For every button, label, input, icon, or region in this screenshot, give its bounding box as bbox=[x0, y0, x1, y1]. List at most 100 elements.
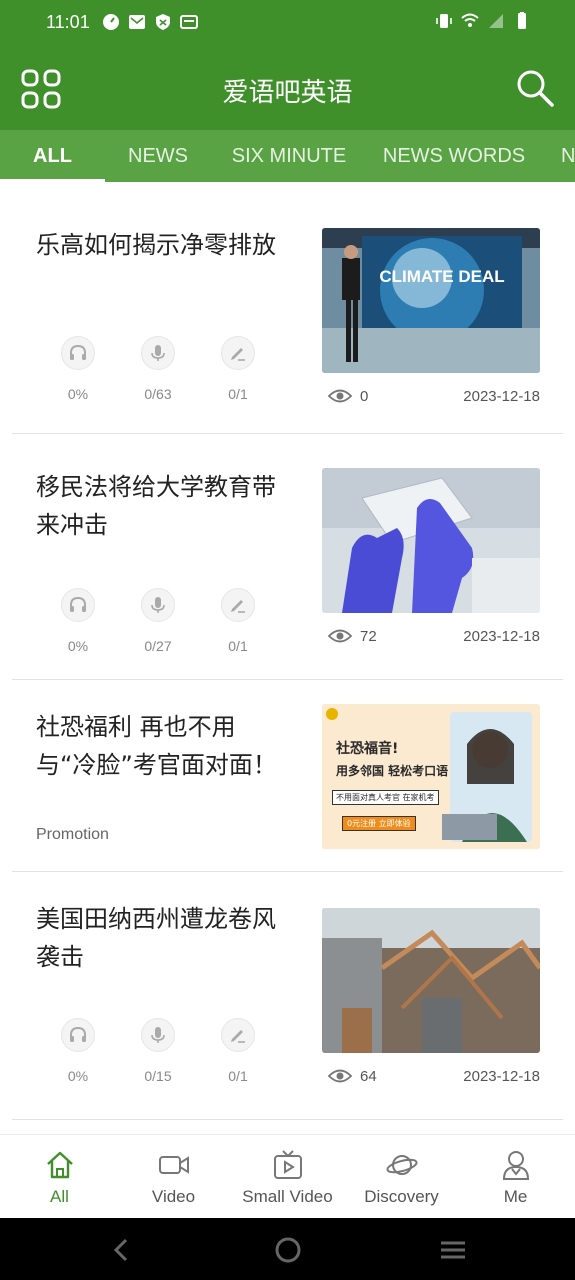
person-icon bbox=[502, 1151, 530, 1180]
microphone-icon bbox=[141, 336, 175, 370]
progress-stats: 0% 0/63 0/1 bbox=[38, 336, 278, 402]
lab-gloves-image bbox=[322, 468, 540, 613]
article-card[interactable]: 美国田纳西州遭龙卷风袭击 0% 0/15 0/1 64 2023-12-18 bbox=[12, 872, 563, 1120]
nav-label: Small Video bbox=[242, 1187, 333, 1206]
status-time: 11:01 bbox=[46, 12, 90, 32]
nav-me[interactable]: Me bbox=[458, 1135, 573, 1219]
article-thumbnail bbox=[322, 908, 540, 1053]
article-thumbnail: CLIMATE DEAL bbox=[322, 228, 540, 373]
article-date: 2023-12-18 bbox=[463, 628, 540, 645]
edit-pencil-icon bbox=[221, 1018, 255, 1052]
status-icons-right bbox=[435, 12, 531, 30]
record-stat[interactable]: 0/27 bbox=[118, 588, 198, 654]
ad-line-1: 社恐福音! bbox=[336, 741, 399, 757]
view-count: 64 bbox=[328, 1067, 377, 1085]
view-count-value: 64 bbox=[360, 1067, 377, 1085]
eye-icon bbox=[328, 1069, 352, 1083]
listen-stat[interactable]: 0% bbox=[38, 588, 118, 654]
record-progress: 0/63 bbox=[144, 386, 172, 402]
app-title: 爱语吧英语 bbox=[222, 78, 353, 108]
nav-video[interactable]: Video bbox=[116, 1135, 231, 1219]
status-icons-left bbox=[102, 13, 198, 31]
category-tabs: ALL NEWS SIX MINUTE NEWS WORDS N bbox=[0, 130, 575, 182]
thumb-caption: CLIMATE DEAL bbox=[379, 267, 504, 286]
nav-label: Me bbox=[503, 1187, 528, 1206]
article-title: 移民法将给大学教育带来冲击 bbox=[36, 473, 276, 539]
wifi-icon bbox=[461, 13, 479, 27]
home-icon bbox=[47, 1151, 73, 1179]
system-navigation-bar bbox=[0, 1218, 575, 1280]
promotion-thumbnail: 社恐福音! 用多邻国 轻松考口语 不用面对真人考官 在家机考 0元注册 立即体验 bbox=[322, 704, 540, 849]
nav-small-video[interactable]: Small Video bbox=[230, 1135, 345, 1219]
tab-news-words[interactable]: NEWS WORDS bbox=[367, 130, 541, 182]
app-bar: 爱语吧英语 bbox=[0, 48, 575, 130]
article-title: 美国田纳西州遭龙卷风袭击 bbox=[36, 905, 276, 971]
nav-label: Discovery bbox=[364, 1187, 439, 1206]
eye-icon bbox=[328, 389, 352, 403]
article-date: 2023-12-18 bbox=[463, 388, 540, 405]
article-title: 乐高如何揭示净零排放 bbox=[36, 231, 276, 259]
view-count: 0 bbox=[328, 387, 368, 405]
ad-line-4: 0元注册 立即体验 bbox=[342, 816, 416, 831]
recents-menu-icon[interactable] bbox=[437, 1234, 469, 1266]
microphone-icon bbox=[141, 1018, 175, 1052]
listen-progress: 0% bbox=[67, 1068, 89, 1084]
exercise-progress: 0/1 bbox=[228, 638, 248, 654]
vibrate-icon bbox=[436, 14, 452, 28]
record-stat[interactable]: 0/63 bbox=[118, 336, 198, 402]
view-count-value: 72 bbox=[360, 627, 377, 645]
progress-stats: 0% 0/15 0/1 bbox=[38, 1018, 278, 1084]
view-count-value: 0 bbox=[360, 387, 369, 405]
nav-label: Video bbox=[151, 1187, 196, 1206]
exercise-stat[interactable]: 0/1 bbox=[198, 1018, 278, 1084]
ad-line-3: 不用面对真人考官 在家机考 bbox=[332, 790, 439, 805]
edit-pencil-icon bbox=[221, 588, 255, 622]
listen-progress: 0% bbox=[67, 638, 89, 654]
headphones-icon bbox=[61, 588, 95, 622]
card-icon bbox=[180, 15, 198, 29]
headphones-icon bbox=[61, 336, 95, 370]
nav-all[interactable]: All bbox=[2, 1135, 117, 1219]
record-progress: 0/15 bbox=[144, 1068, 172, 1084]
tab-news[interactable]: NEWS bbox=[105, 130, 211, 182]
back-icon[interactable] bbox=[106, 1234, 138, 1266]
article-card[interactable]: 移民法将给大学教育带来冲击 0% 0/27 0/1 72 2023-12-18 bbox=[12, 434, 563, 680]
nav-label: All bbox=[50, 1187, 69, 1206]
progress-stats: 0% 0/27 0/1 bbox=[38, 588, 278, 654]
exercise-stat[interactable]: 0/1 bbox=[198, 336, 278, 402]
planet-icon bbox=[386, 1155, 418, 1175]
exercise-stat[interactable]: 0/1 bbox=[198, 588, 278, 654]
eye-icon bbox=[328, 629, 352, 643]
mail-icon bbox=[129, 15, 145, 29]
video-camera-icon bbox=[159, 1156, 189, 1174]
promotion-label: Promotion bbox=[36, 826, 109, 843]
exercise-progress: 0/1 bbox=[228, 1068, 248, 1084]
ad-line-2: 用多邻国 轻松考口语 bbox=[336, 764, 449, 778]
listen-progress: 0% bbox=[67, 386, 89, 402]
nav-discovery[interactable]: Discovery bbox=[344, 1135, 459, 1219]
record-progress: 0/27 bbox=[144, 638, 172, 654]
headphones-icon bbox=[61, 1018, 95, 1052]
microphone-icon bbox=[141, 588, 175, 622]
record-stat[interactable]: 0/15 bbox=[118, 1018, 198, 1084]
listen-stat[interactable]: 0% bbox=[38, 336, 118, 402]
listen-stat[interactable]: 0% bbox=[38, 1018, 118, 1084]
article-thumbnail bbox=[322, 468, 540, 613]
shield-icon bbox=[156, 14, 170, 30]
promotion-card[interactable]: 社恐福利 再也不用与“冷脸”考官面对面！ 社恐福音! 用多邻国 轻松考口语 不用… bbox=[12, 680, 563, 872]
home-circle-icon[interactable] bbox=[272, 1234, 304, 1266]
signal-icon bbox=[489, 14, 503, 28]
speed-icon bbox=[103, 14, 119, 30]
view-count: 72 bbox=[328, 627, 377, 645]
article-card[interactable]: 乐高如何揭示净零排放 CLIMATE DEAL 0% 0/63 0/1 0 20… bbox=[12, 182, 563, 434]
tab-six-minute[interactable]: SIX MINUTE bbox=[211, 130, 367, 182]
tab-all[interactable]: ALL bbox=[0, 130, 105, 182]
bottom-navigation: All Video Small Video Discovery Me bbox=[0, 1134, 575, 1218]
search-icon[interactable] bbox=[515, 68, 555, 108]
tab-more[interactable]: N bbox=[541, 130, 575, 182]
climate-deal-image: CLIMATE DEAL bbox=[322, 228, 540, 373]
promotion-title: 社恐福利 再也不用与“冷脸”考官面对面！ bbox=[36, 713, 277, 779]
article-list: 乐高如何揭示净零排放 CLIMATE DEAL 0% 0/63 0/1 0 20… bbox=[0, 182, 575, 1134]
tornado-damage-image bbox=[322, 908, 540, 1053]
article-date: 2023-12-18 bbox=[463, 1068, 540, 1085]
